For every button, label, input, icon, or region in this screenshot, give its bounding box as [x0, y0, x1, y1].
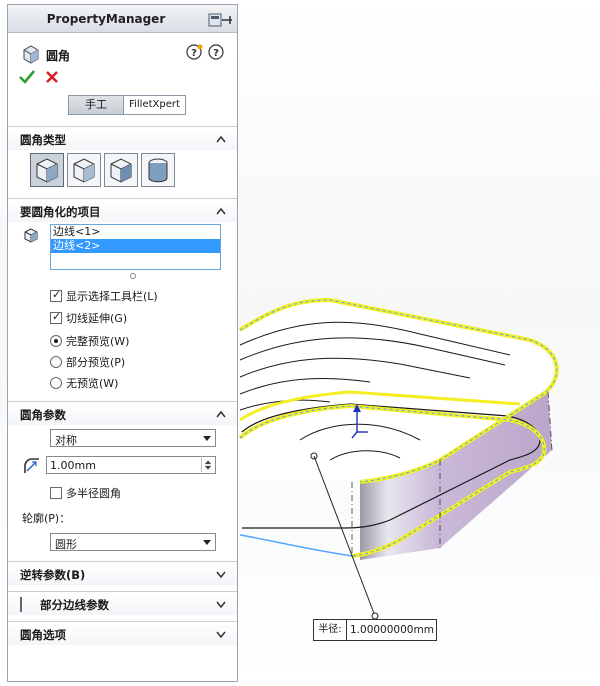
collapse-chevron-up-icon[interactable]: [216, 410, 226, 418]
feature-name: 圆角: [46, 49, 71, 63]
full-preview-option[interactable]: 完整预览(W): [50, 333, 129, 349]
section-setback-title: 逆转参数(B): [20, 568, 86, 582]
section-items-header[interactable]: 要圆角化的项目: [8, 198, 237, 222]
section-fillet-options-title: 圆角选项: [20, 628, 66, 642]
spin-stepper-icon[interactable]: [201, 458, 214, 472]
radius-icon: [24, 458, 39, 473]
full-preview-label: 完整预览(W): [66, 335, 130, 348]
tab-filletxpert[interactable]: FilletXpert: [124, 96, 185, 114]
svg-text:?: ?: [191, 48, 197, 59]
fillet-mode-tabs: 手工 FilletXpert: [68, 95, 186, 115]
variable-size-fillet-button[interactable]: [67, 153, 101, 187]
radius-input[interactable]: 1.00mm: [46, 456, 216, 474]
tangent-propagation-label: 切线延伸(G): [66, 312, 128, 325]
dimension-label: 半径:: [314, 620, 347, 640]
face-fillet-button[interactable]: [104, 153, 138, 187]
variable-fillet-icon: [73, 158, 95, 183]
section-items-title: 要圆角化的项目: [20, 205, 101, 219]
show-selection-toolbar-option[interactable]: 显示选择工具栏(L): [50, 288, 158, 304]
section-fillet-params-title: 圆角参数: [20, 408, 66, 422]
profile-select[interactable]: 圆形: [50, 533, 216, 551]
property-manager-title: PropertyManager: [46, 12, 166, 26]
tab-manual[interactable]: 手工: [69, 96, 124, 114]
fillet-method-value: 对称: [55, 434, 77, 447]
multi-radius-option[interactable]: 多半径圆角: [50, 485, 121, 501]
section-setback-header[interactable]: 逆转参数(B): [8, 561, 237, 585]
pin-icon[interactable]: [208, 13, 234, 27]
show-selection-toolbar-label: 显示选择工具栏(L): [66, 290, 158, 303]
edges-selection-list[interactable]: 边线<1> 边线<2>: [50, 224, 221, 270]
accept-check-icon[interactable]: [18, 68, 36, 86]
partial-edge-checkbox[interactable]: [20, 597, 22, 612]
svg-text:?: ?: [213, 48, 219, 59]
show-selection-toolbar-checkbox[interactable]: [50, 288, 62, 302]
radius-dimension-callout[interactable]: 半径: 1.00000000mm: [313, 619, 437, 641]
face-fillet-icon: [110, 158, 132, 183]
partial-preview-radio[interactable]: [50, 356, 62, 368]
property-manager-header: PropertyManager: [8, 5, 237, 33]
list-item-edge-2[interactable]: 边线<2>: [51, 239, 220, 253]
profile-label: 轮廓(P)：: [22, 512, 71, 525]
full-round-fillet-button[interactable]: [141, 153, 175, 187]
section-partial-edge-header[interactable]: 部分边线参数: [8, 591, 237, 615]
section-partial-edge-title: 部分边线参数: [40, 598, 109, 612]
section-fillet-type-header[interactable]: 圆角类型: [8, 126, 237, 150]
full-preview-radio[interactable]: [50, 335, 62, 347]
full-round-fillet-icon: [148, 158, 168, 183]
dropdown-arrow-icon: [203, 436, 211, 441]
constant-fillet-icon: [36, 158, 58, 183]
fillet-method-select[interactable]: 对称: [50, 429, 216, 447]
detailed-preview-icon[interactable]: ?: [186, 43, 204, 61]
partial-preview-option[interactable]: 部分预览(P): [50, 354, 125, 370]
list-resize-handle[interactable]: [130, 273, 136, 279]
dimension-value[interactable]: 1.00000000mm: [347, 620, 434, 640]
cancel-x-icon[interactable]: [44, 69, 60, 85]
expand-chevron-down-icon[interactable]: [216, 600, 226, 608]
expand-chevron-down-icon[interactable]: [216, 570, 226, 578]
multi-radius-label: 多半径圆角: [66, 487, 121, 500]
radius-value[interactable]: 1.00mm: [50, 459, 96, 472]
tangent-propagation-option[interactable]: 切线延伸(G): [50, 310, 127, 326]
no-preview-label: 无预览(W): [66, 377, 119, 390]
profile-value: 圆形: [55, 538, 77, 551]
no-preview-option[interactable]: 无预览(W): [50, 375, 118, 391]
collapse-chevron-up-icon[interactable]: [216, 135, 226, 143]
multi-radius-checkbox[interactable]: [50, 487, 62, 499]
property-manager-panel: PropertyManager 圆角 ? ? 手工 FilletXpert 圆角…: [7, 4, 238, 682]
fillet-feature-icon: [23, 45, 39, 64]
section-fillet-options-header[interactable]: 圆角选项: [8, 621, 237, 645]
edge-selection-icon: [24, 228, 38, 243]
collapse-chevron-up-icon[interactable]: [216, 207, 226, 215]
expand-chevron-down-icon[interactable]: [216, 630, 226, 638]
no-preview-radio[interactable]: [50, 377, 62, 389]
section-fillet-type-title: 圆角类型: [20, 133, 66, 147]
constant-size-fillet-button[interactable]: [30, 153, 64, 187]
help-icon[interactable]: ?: [207, 43, 225, 61]
tangent-propagation-checkbox[interactable]: [50, 310, 62, 324]
partial-preview-label: 部分预览(P): [66, 356, 126, 369]
section-fillet-params-header[interactable]: 圆角参数: [8, 401, 237, 425]
list-item-edge-1[interactable]: 边线<1>: [51, 225, 220, 239]
dropdown-arrow-icon: [203, 540, 211, 545]
